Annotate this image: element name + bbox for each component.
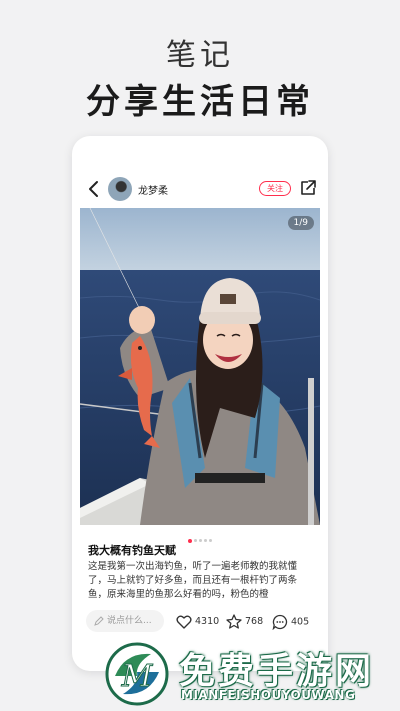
comment-count: 405: [291, 616, 310, 628]
comment-button[interactable]: 405: [272, 614, 310, 631]
carousel-dot: [204, 539, 207, 542]
note-top-bar: 龙梦柔 关注: [72, 174, 328, 204]
favorite-button[interactable]: 768: [226, 614, 263, 630]
fishing-photo-illustration: [80, 208, 320, 525]
follow-button[interactable]: 关注: [259, 181, 291, 196]
image-page-indicator: 1/9: [287, 216, 314, 230]
note-photo[interactable]: 1/9: [80, 208, 320, 525]
like-count: 4310: [195, 616, 220, 627]
watermark-brand: M 免费手游网 MIANFEISHOUYOUWANG: [105, 640, 395, 708]
favorite-count: 768: [245, 616, 264, 627]
carousel-dot: [188, 538, 192, 543]
share-icon[interactable]: [299, 179, 317, 197]
carousel-dot: [209, 539, 212, 542]
note-title: 我大概有钓鱼天赋: [88, 544, 176, 557]
watermark-name: 免费手游网: [179, 651, 375, 692]
hero-subtitle: 笔记: [166, 38, 234, 73]
watermark-pinyin: MIANFEISHOUYOUWANG: [181, 688, 356, 702]
back-arrow-icon[interactable]: [84, 178, 104, 200]
carousel-dot: [199, 539, 202, 542]
comment-placeholder: 说点什么...: [107, 616, 152, 626]
brand-logo-icon: M: [105, 642, 169, 706]
note-action-bar: 说点什么... 4310 768 405: [72, 604, 328, 638]
avatar[interactable]: [108, 177, 132, 201]
pencil-icon: [94, 615, 104, 626]
comment-input[interactable]: 说点什么...: [86, 610, 164, 632]
comment-bubble-icon: [272, 614, 288, 631]
carousel-dot: [194, 539, 197, 542]
note-body: 这是我第一次出海钓鱼，听了一遍老师教的我就懂了，马上就钓了好多鱼，而且还有一根杆…: [88, 561, 298, 600]
heart-icon: [176, 615, 192, 629]
author-name[interactable]: 龙梦柔: [138, 182, 168, 197]
star-icon: [226, 614, 242, 629]
like-button[interactable]: 4310: [176, 614, 219, 630]
svg-text:M: M: [121, 659, 154, 694]
phone-frame: 龙梦柔 关注 1/9 我大概有钓鱼天赋 这是我第一次出海钓鱼，听了一遍老师教的我…: [72, 136, 328, 671]
carousel-dots: [72, 530, 328, 543]
hero-title: 分享生活日常: [86, 82, 314, 122]
